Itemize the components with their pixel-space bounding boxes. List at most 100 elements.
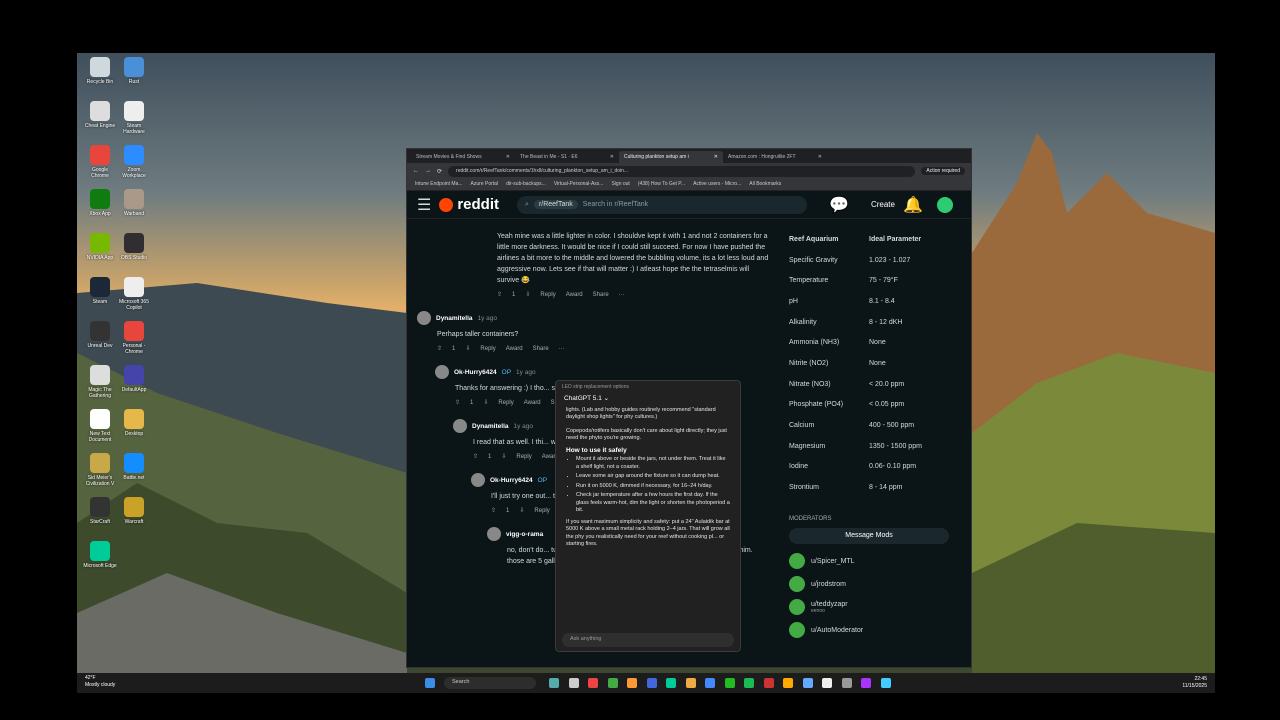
bookmark[interactable]: (438) How To Get P... bbox=[638, 181, 685, 188]
taskbar-app-icon[interactable] bbox=[705, 678, 715, 688]
menu-icon[interactable]: ☰ bbox=[417, 195, 431, 215]
weather-widget[interactable]: 42°F Mostly cloudy bbox=[85, 675, 115, 689]
tab-streaming[interactable]: Stream Movies & Find Shows ✕ bbox=[411, 151, 515, 163]
back-icon[interactable]: ← bbox=[413, 168, 419, 174]
chat-icon[interactable]: 💬 bbox=[829, 195, 849, 215]
model-selector[interactable]: ChatGPT 5.1 ⌄ bbox=[556, 393, 740, 405]
taskbar-app-icon[interactable] bbox=[646, 678, 657, 688]
desktop-icon[interactable]: New Text Document bbox=[83, 409, 117, 443]
create-button[interactable]: Create bbox=[871, 200, 895, 209]
reply-button[interactable]: Reply bbox=[534, 506, 549, 517]
bookmark[interactable]: Virtual-Personal-Ass... bbox=[554, 181, 604, 188]
desktop-icon[interactable]: Steam bbox=[83, 277, 117, 305]
desktop-icon[interactable]: Steam Hardware bbox=[117, 101, 151, 135]
username[interactable]: Ok-Hurry6424 bbox=[454, 367, 497, 378]
moderator[interactable]: u/teddyzapr eenoo bbox=[789, 596, 949, 619]
tab-amazon[interactable]: Amazon.com : Hongruilite 2FT ✕ bbox=[723, 151, 827, 163]
avatar[interactable] bbox=[453, 419, 467, 433]
desktop-icon[interactable]: StarCraft bbox=[83, 497, 117, 525]
start-icon[interactable] bbox=[425, 678, 435, 688]
avatar[interactable] bbox=[435, 365, 449, 379]
desktop-icon[interactable]: Sid Meier's Civilization V bbox=[83, 453, 117, 487]
reply-button[interactable]: Reply bbox=[498, 398, 513, 409]
reply-button[interactable]: Reply bbox=[540, 290, 555, 301]
award-button[interactable]: Award bbox=[566, 290, 583, 301]
bookmark[interactable]: Sign out bbox=[611, 181, 629, 188]
moderator[interactable]: u/AutoModerator bbox=[789, 619, 949, 642]
upvote-icon[interactable]: ⇧ bbox=[473, 452, 478, 463]
taskbar-app-icon[interactable] bbox=[802, 678, 813, 688]
message-mods-button[interactable]: Message Mods bbox=[789, 527, 949, 544]
taskbar-app-icon[interactable] bbox=[861, 678, 871, 688]
action-required-button[interactable]: Action required bbox=[921, 167, 965, 175]
taskbar-app-icon[interactable] bbox=[666, 678, 676, 688]
desktop-icon[interactable]: Desktop bbox=[117, 409, 151, 437]
clock[interactable]: 22:45 11/15/2025 bbox=[1182, 676, 1207, 690]
username[interactable]: Dynamitella bbox=[436, 313, 473, 324]
downvote-icon[interactable]: ⇩ bbox=[483, 398, 488, 409]
avatar[interactable] bbox=[471, 473, 485, 487]
desktop-icon[interactable]: Battle.net bbox=[117, 453, 151, 481]
desktop-icon[interactable]: Warcraft bbox=[117, 497, 151, 525]
taskbar-app-icon[interactable] bbox=[549, 678, 559, 688]
desktop-icon[interactable]: DefaultApp bbox=[117, 365, 151, 393]
desktop-icon[interactable]: Recycle Bin bbox=[83, 57, 117, 85]
taskbar-app-icon[interactable] bbox=[607, 678, 618, 688]
award-button[interactable]: Award bbox=[524, 398, 541, 409]
search-input[interactable]: ⌕ r/ReefTank Search in r/ReefTank bbox=[517, 195, 808, 214]
upvote-icon[interactable]: ⇧ bbox=[497, 290, 502, 301]
close-icon[interactable]: ✕ bbox=[818, 154, 822, 160]
subreddit-chip[interactable]: r/ReefTank bbox=[533, 200, 578, 209]
desktop-icon[interactable]: Rust bbox=[117, 57, 151, 85]
bookmark[interactable]: Active users - Micro... bbox=[693, 181, 741, 188]
upvote-icon[interactable]: ⇧ bbox=[491, 506, 496, 517]
forward-icon[interactable]: → bbox=[425, 168, 431, 174]
bookmark[interactable]: Intune Endpoint Ma... bbox=[415, 181, 463, 188]
desktop-icon[interactable]: Microsoft Edge bbox=[83, 541, 117, 569]
reply-button[interactable]: Reply bbox=[480, 344, 495, 355]
taskbar-app-icon[interactable] bbox=[763, 678, 774, 688]
downvote-icon[interactable]: ⇩ bbox=[519, 506, 524, 517]
tab-beast-in-me[interactable]: The Beast in Me - S1 · E6 ✕ bbox=[515, 151, 619, 163]
desktop-icon[interactable]: Cheat Engine bbox=[83, 101, 117, 129]
bookmark[interactable]: dir-sub-backups... bbox=[506, 181, 546, 188]
taskbar-search[interactable]: Search bbox=[444, 677, 536, 689]
desktop-icon[interactable]: Warband bbox=[117, 189, 151, 217]
username[interactable]: Ok-Hurry6424 bbox=[490, 475, 533, 486]
desktop-icon[interactable]: NVIDIA App bbox=[83, 233, 117, 261]
desktop-icon[interactable]: Magic The Gathering bbox=[83, 365, 117, 399]
notification-icon[interactable]: 🔔 bbox=[903, 195, 923, 215]
upvote-icon[interactable]: ⇧ bbox=[455, 398, 460, 409]
downvote-icon[interactable]: ⇩ bbox=[465, 344, 470, 355]
avatar[interactable] bbox=[936, 196, 953, 213]
close-icon[interactable]: ✕ bbox=[506, 154, 510, 160]
desktop-icon[interactable]: Xbox App bbox=[83, 189, 117, 217]
taskbar-app-icon[interactable] bbox=[783, 678, 793, 688]
bookmark[interactable]: Azure Portal bbox=[471, 181, 499, 188]
taskbar-app-icon[interactable] bbox=[841, 678, 852, 688]
moderator[interactable]: u/Spicer_MTL bbox=[789, 550, 949, 573]
bookmark[interactable]: All Bookmarks bbox=[749, 181, 781, 188]
award-button[interactable]: Award bbox=[506, 344, 523, 355]
taskbar-app-icon[interactable] bbox=[880, 678, 891, 688]
taskbar-app-icon[interactable] bbox=[744, 678, 754, 688]
reply-button[interactable]: Reply bbox=[516, 452, 531, 463]
taskbar-app-icon[interactable] bbox=[588, 678, 598, 688]
avatar[interactable] bbox=[417, 311, 431, 325]
share-button[interactable]: Share bbox=[533, 344, 549, 355]
taskbar-app-icon[interactable] bbox=[685, 678, 696, 688]
taskbar-app-icon[interactable] bbox=[627, 678, 637, 688]
taskbar-app-icon[interactable] bbox=[568, 678, 579, 688]
avatar[interactable] bbox=[487, 527, 501, 541]
username[interactable]: vigg-o-rama bbox=[506, 529, 543, 540]
share-button[interactable]: Share bbox=[593, 290, 609, 301]
taskbar-app-icon[interactable] bbox=[724, 678, 735, 688]
desktop-icon[interactable]: Microsoft 365 Copilot bbox=[117, 277, 151, 311]
desktop-icon[interactable]: Unreal Dev bbox=[83, 321, 117, 349]
reload-icon[interactable]: ⟳ bbox=[437, 168, 442, 175]
desktop-icon[interactable]: Zoom Workplace bbox=[117, 145, 151, 179]
more-button[interactable]: ··· bbox=[559, 344, 565, 355]
reddit-logo[interactable]: reddit bbox=[439, 196, 499, 213]
tab-reddit[interactable]: Culturing plankton setup am i ✕ bbox=[619, 151, 723, 163]
close-icon[interactable]: ✕ bbox=[610, 154, 614, 160]
